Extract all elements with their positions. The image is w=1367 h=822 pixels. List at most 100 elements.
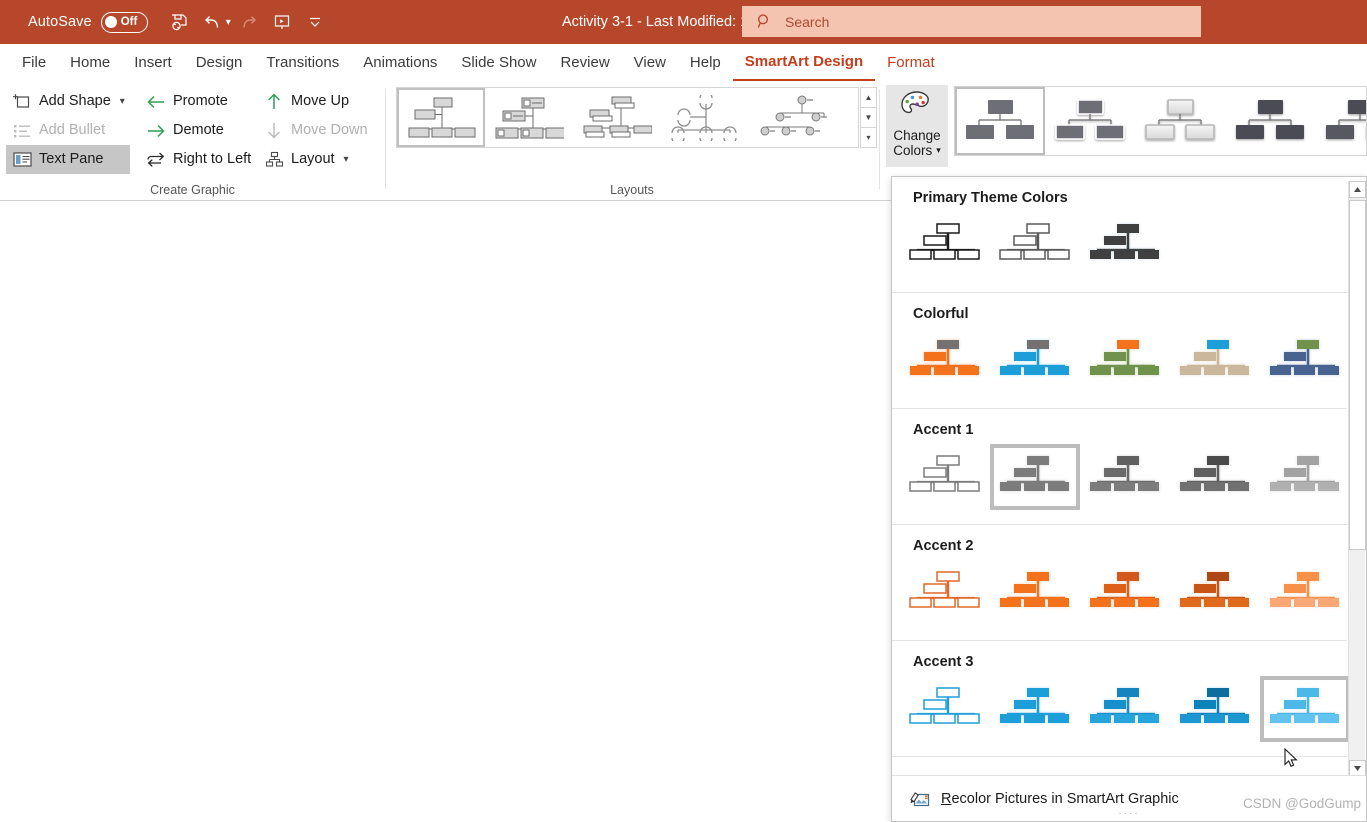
smartart-style-intense-effect[interactable] bbox=[1315, 87, 1366, 155]
recolor-pictures-label: Recolor Pictures in SmartArt Graphic bbox=[941, 790, 1179, 807]
save-icon[interactable] bbox=[164, 7, 194, 37]
color-section-accent-1: Accent 1 bbox=[892, 409, 1347, 525]
color-section-primary-theme-colors: Primary Theme Colors bbox=[892, 177, 1347, 293]
color-section-row bbox=[892, 328, 1347, 408]
color-option-colorful-range-accent-4-5[interactable] bbox=[1170, 328, 1260, 394]
color-option-accent1-gradient-loop[interactable] bbox=[1170, 444, 1260, 510]
create-graphic-label: Text Pane bbox=[39, 151, 104, 168]
layout-thumb-organization-chart[interactable] bbox=[397, 88, 485, 147]
tab-review[interactable]: Review bbox=[548, 45, 621, 81]
recolor-pictures-icon bbox=[909, 789, 935, 809]
search-icon bbox=[756, 13, 773, 30]
color-option-dark-2-outline[interactable] bbox=[990, 212, 1080, 278]
dropdown-scrollbar[interactable] bbox=[1348, 181, 1366, 777]
layout-thumb-picture-organization-chart[interactable] bbox=[485, 88, 573, 147]
customize-quick-access-toolbar-icon[interactable] bbox=[300, 7, 330, 37]
color-option-colorful-accent-colors[interactable] bbox=[900, 328, 990, 394]
smartart-style-simple-fill[interactable] bbox=[955, 87, 1045, 155]
redo-icon[interactable] bbox=[234, 7, 264, 37]
color-option-accent2-colored-fill[interactable] bbox=[990, 560, 1080, 626]
create-graphic-move-down: Move Down bbox=[258, 116, 373, 145]
layouts-more-icon[interactable]: ▾ bbox=[860, 127, 877, 148]
undo-dropdown-caret[interactable]: ▾ bbox=[226, 17, 231, 28]
color-option-accent3-transparent-outline[interactable] bbox=[900, 676, 990, 742]
color-palette-icon bbox=[897, 89, 937, 126]
color-option-accent1-gradient-range[interactable] bbox=[1080, 444, 1170, 510]
color-option-accent1-transparent-outline[interactable] bbox=[900, 444, 990, 510]
color-option-colorful-range-accent-3-4[interactable] bbox=[1080, 328, 1170, 394]
search-placeholder: Search bbox=[785, 13, 830, 30]
group-label-layouts: Layouts bbox=[610, 183, 654, 197]
color-option-accent3-transparent-gradient[interactable] bbox=[1260, 676, 1350, 742]
color-section-accent-3: Accent 3 bbox=[892, 641, 1350, 757]
change-colors-button[interactable]: Change Colors ▾ bbox=[886, 85, 948, 167]
create-graphic-right-to-left[interactable]: Right to Left bbox=[140, 145, 256, 174]
layouts-scroll-down-icon[interactable]: ▼ bbox=[860, 107, 877, 128]
color-option-accent3-gradient-range[interactable] bbox=[1080, 676, 1170, 742]
layout-thumb-circle-picture-hierarchy[interactable] bbox=[749, 88, 837, 147]
color-gallery-list: Primary Theme Colors Colorful Accent 1 Acce… bbox=[892, 177, 1350, 777]
chevron-down-icon[interactable]: ▾ bbox=[344, 154, 349, 165]
color-option-accent1-colored-fill[interactable] bbox=[990, 444, 1080, 510]
layouts-scroll-up-icon[interactable]: ▲ bbox=[860, 87, 877, 108]
create-graphic-label: Demote bbox=[173, 122, 224, 139]
watermark-text: CSDN @GodGump bbox=[1243, 796, 1361, 811]
create-graphic-label: Add Bullet bbox=[39, 122, 106, 139]
color-option-colorful-range-accent-5-6[interactable] bbox=[1260, 328, 1350, 394]
tab-view[interactable]: View bbox=[622, 45, 678, 81]
tab-file[interactable]: File bbox=[10, 45, 58, 81]
create-graphic-label: Move Down bbox=[291, 122, 368, 139]
smartart-style-white-outline[interactable] bbox=[1045, 87, 1135, 155]
chevron-down-icon[interactable]: ▾ bbox=[936, 145, 941, 156]
layout-thumb-name-and-title-organization-chart[interactable] bbox=[573, 88, 661, 147]
change-colors-label-line1: Change bbox=[893, 128, 941, 143]
create-graphic-label: Move Up bbox=[291, 93, 350, 110]
tab-format[interactable]: Format bbox=[875, 45, 947, 81]
smartart-styles-gallery bbox=[954, 86, 1367, 156]
color-option-accent3-gradient-loop[interactable] bbox=[1170, 676, 1260, 742]
start-presentation-icon[interactable] bbox=[267, 7, 297, 37]
promote-arrow-icon bbox=[145, 92, 167, 112]
layouts-gallery bbox=[396, 87, 859, 148]
change-colors-label-line2: Colors bbox=[893, 143, 933, 158]
search-box[interactable]: Search bbox=[742, 6, 1201, 37]
tab-slide-show[interactable]: Slide Show bbox=[449, 45, 548, 81]
create-graphic-promote[interactable]: Promote bbox=[140, 87, 256, 116]
tab-design[interactable]: Design bbox=[184, 45, 255, 81]
color-option-accent2-gradient-loop[interactable] bbox=[1170, 560, 1260, 626]
create-graphic-text-pane[interactable]: Text Pane bbox=[6, 145, 130, 174]
layout-thumb-half-circle-organization-chart[interactable] bbox=[661, 88, 749, 147]
tab-transitions[interactable]: Transitions bbox=[254, 45, 351, 81]
tab-smartart-design[interactable]: SmartArt Design bbox=[732, 45, 876, 81]
create-graphic-label: Layout bbox=[291, 151, 335, 168]
tab-animations[interactable]: Animations bbox=[351, 45, 449, 81]
color-option-accent2-transparent-gradient[interactable] bbox=[1260, 560, 1350, 626]
scrollbar-thumb[interactable] bbox=[1349, 200, 1366, 550]
scroll-up-arrow-icon[interactable] bbox=[1349, 181, 1366, 198]
tab-insert[interactable]: Insert bbox=[122, 45, 184, 81]
smartart-style-moderate-effect[interactable] bbox=[1225, 87, 1315, 155]
create-graphic-layout[interactable]: Layout ▾ bbox=[258, 145, 373, 174]
right-to-left-icon bbox=[145, 150, 167, 170]
autosave-toggle[interactable]: Off bbox=[100, 11, 148, 33]
undo-icon[interactable] bbox=[197, 7, 227, 37]
create-graphic-add-shape[interactable]: Add Shape ▾ bbox=[6, 87, 130, 116]
autosave-control[interactable]: AutoSave Off bbox=[28, 11, 148, 33]
color-option-dark-2-fill[interactable] bbox=[1080, 212, 1170, 278]
mouse-cursor bbox=[1284, 747, 1300, 775]
color-section-row bbox=[892, 560, 1347, 640]
tab-help[interactable]: Help bbox=[678, 45, 733, 81]
group-separator-2 bbox=[879, 89, 880, 189]
smartart-style-subtle-effect[interactable] bbox=[1135, 87, 1225, 155]
chevron-down-icon[interactable]: ▾ bbox=[120, 96, 125, 107]
color-option-accent1-transparent-gradient[interactable] bbox=[1260, 444, 1350, 510]
color-option-accent2-gradient-range[interactable] bbox=[1080, 560, 1170, 626]
create-graphic-move-up[interactable]: Move Up bbox=[258, 87, 373, 116]
color-option-accent3-colored-fill[interactable] bbox=[990, 676, 1080, 742]
color-option-colorful-range-accent-2-3[interactable] bbox=[990, 328, 1080, 394]
color-option-dark-1-outline[interactable] bbox=[900, 212, 990, 278]
tab-home[interactable]: Home bbox=[58, 45, 122, 81]
color-option-accent2-transparent-outline[interactable] bbox=[900, 560, 990, 626]
create-graphic-demote[interactable]: Demote bbox=[140, 116, 256, 145]
add-bullet-icon bbox=[11, 121, 33, 141]
